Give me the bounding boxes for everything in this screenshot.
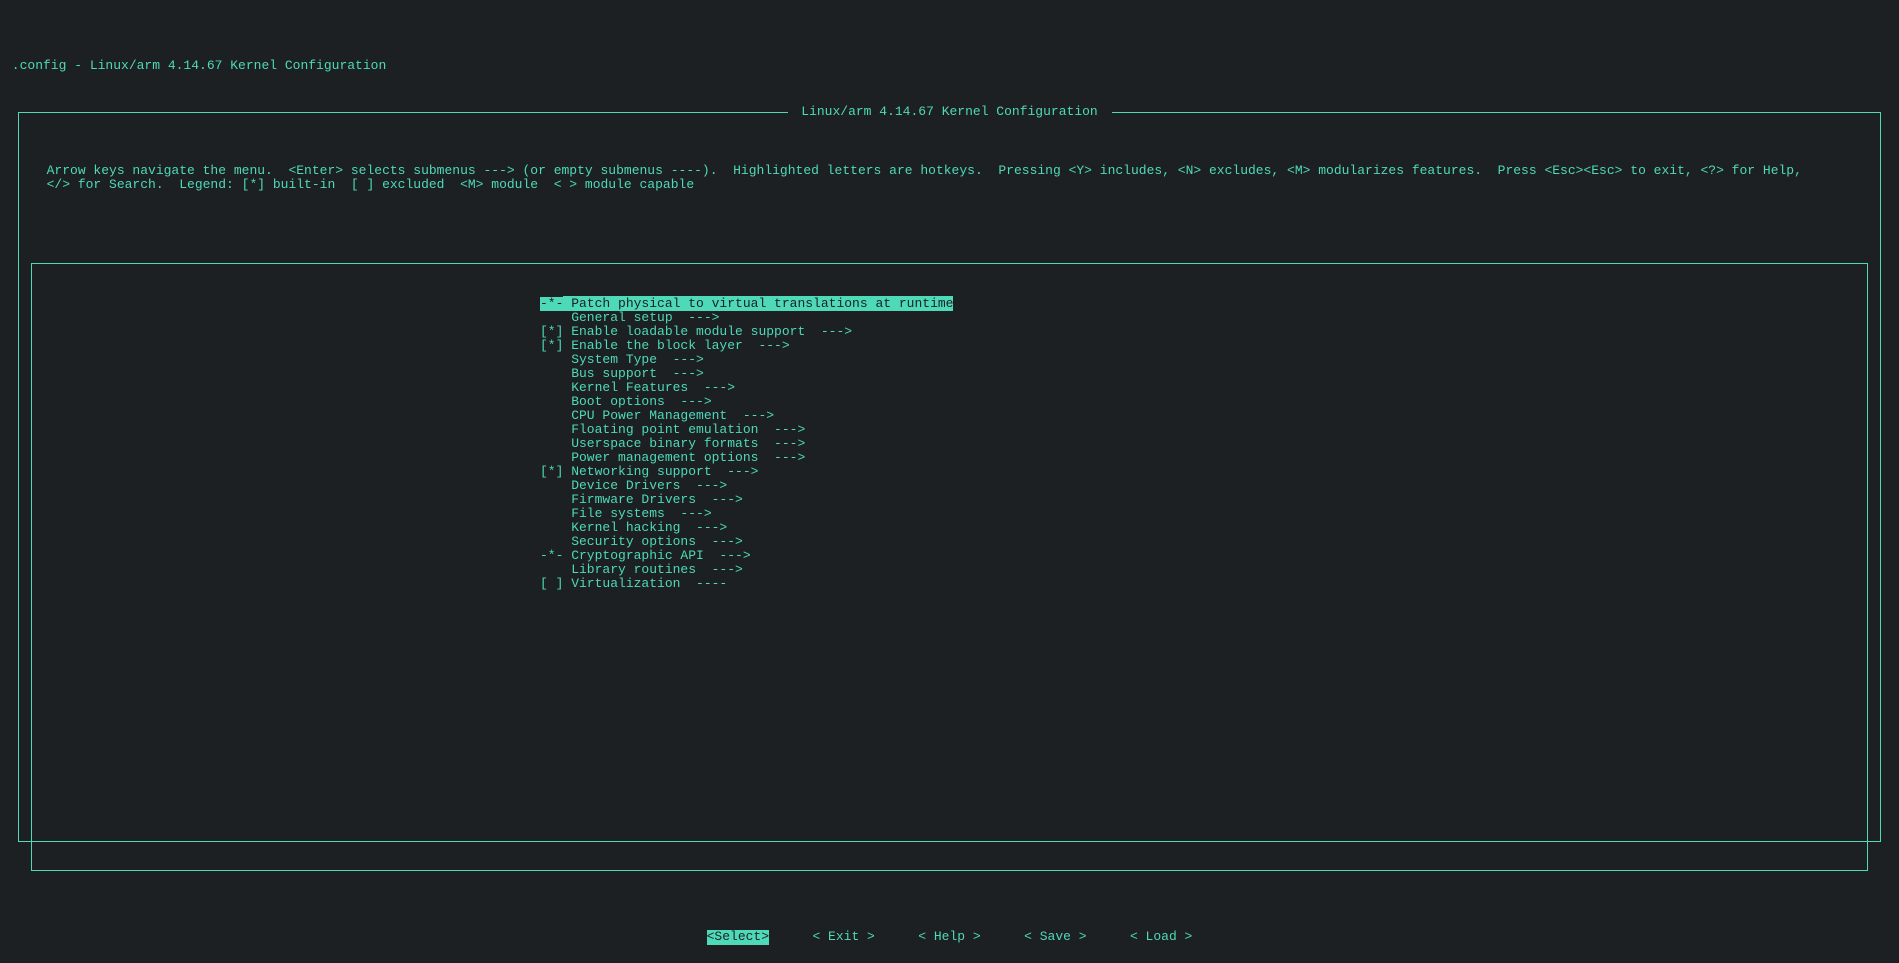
menu-item-0[interactable]: -*- Patch physical to virtual translatio… bbox=[540, 297, 1867, 311]
menu-item-label: Enable loadable module support ---> bbox=[563, 324, 852, 339]
menu-item-mark bbox=[540, 521, 563, 535]
menu-item-20[interactable]: [ ] Virtualization ---- bbox=[540, 577, 1867, 591]
menu-item-mark bbox=[540, 367, 563, 381]
menu-item-label: General setup ---> bbox=[563, 310, 719, 325]
menu-item-mark bbox=[540, 311, 563, 325]
outer-frame: Linux/arm 4.14.67 Kernel Configuration A… bbox=[18, 112, 1881, 842]
menu-item-7[interactable]: Boot options ---> bbox=[540, 395, 1867, 409]
menu-list: -*- Patch physical to virtual translatio… bbox=[540, 297, 1867, 591]
menu-item-label: Boot options ---> bbox=[563, 394, 711, 409]
button-exit[interactable]: < Exit > bbox=[812, 930, 874, 944]
menu-item-label: Firmware Drivers ---> bbox=[563, 492, 742, 507]
help-text: Arrow keys navigate the menu. <Enter> se… bbox=[31, 164, 1868, 193]
menu-item-mark bbox=[540, 423, 563, 437]
menu-item-14[interactable]: Firmware Drivers ---> bbox=[540, 493, 1867, 507]
menu-item-label: Virtualization ---- bbox=[563, 576, 727, 591]
menu-item-mark bbox=[540, 535, 563, 549]
menu-item-15[interactable]: File systems ---> bbox=[540, 507, 1867, 521]
menu-item-label: Networking support ---> bbox=[563, 464, 758, 479]
menu-item-10[interactable]: Userspace binary formats ---> bbox=[540, 437, 1867, 451]
menu-item-4[interactable]: System Type ---> bbox=[540, 353, 1867, 367]
menu-item-mark bbox=[540, 437, 563, 451]
menu-item-mark bbox=[540, 563, 563, 577]
menu-item-mark bbox=[540, 507, 563, 521]
menu-frame: -*- Patch physical to virtual translatio… bbox=[31, 263, 1868, 871]
menu-item-mark: [ ] bbox=[540, 577, 563, 591]
menu-item-mark bbox=[540, 451, 563, 465]
menu-item-label: File systems ---> bbox=[563, 506, 711, 521]
menu-item-5[interactable]: Bus support ---> bbox=[540, 367, 1867, 381]
menu-item-mark: [*] bbox=[540, 339, 563, 353]
menu-item-16[interactable]: Kernel hacking ---> bbox=[540, 521, 1867, 535]
menu-item-17[interactable]: Security options ---> bbox=[540, 535, 1867, 549]
menu-item-8[interactable]: CPU Power Management ---> bbox=[540, 409, 1867, 423]
box-title: Linux/arm 4.14.67 Kernel Configuration bbox=[787, 105, 1111, 119]
menu-item-label: Bus support ---> bbox=[563, 366, 703, 381]
menu-item-label: Kernel Features ---> bbox=[563, 380, 735, 395]
menu-item-mark bbox=[540, 493, 563, 507]
button-bar: <Select> < Exit > < Help > < Save > < Lo… bbox=[31, 930, 1868, 944]
menu-item-12[interactable]: [*] Networking support ---> bbox=[540, 465, 1867, 479]
menu-item-19[interactable]: Library routines ---> bbox=[540, 563, 1867, 577]
menu-item-6[interactable]: Kernel Features ---> bbox=[540, 381, 1867, 395]
menu-item-18[interactable]: -*- Cryptographic API ---> bbox=[540, 549, 1867, 563]
menu-item-label: Floating point emulation ---> bbox=[563, 422, 805, 437]
menu-item-label: Patch physical to virtual translations a… bbox=[563, 296, 953, 311]
menu-item-label: Library routines ---> bbox=[563, 562, 742, 577]
menu-item-2[interactable]: [*] Enable loadable module support ---> bbox=[540, 325, 1867, 339]
menu-item-13[interactable]: Device Drivers ---> bbox=[540, 479, 1867, 493]
menu-item-mark bbox=[540, 353, 563, 367]
menu-item-label: Userspace binary formats ---> bbox=[563, 436, 805, 451]
menu-item-label: Enable the block layer ---> bbox=[563, 338, 789, 353]
menu-item-9[interactable]: Floating point emulation ---> bbox=[540, 423, 1867, 437]
menu-item-mark: [*] bbox=[540, 325, 563, 339]
menu-item-label: CPU Power Management ---> bbox=[563, 408, 774, 423]
menu-item-label: Security options ---> bbox=[563, 534, 742, 549]
config-title: .config - Linux/arm 4.14.67 Kernel Confi… bbox=[0, 57, 1899, 75]
menu-item-mark: -*- bbox=[540, 297, 563, 311]
menu-item-label: Kernel hacking ---> bbox=[563, 520, 727, 535]
menu-item-label: Device Drivers ---> bbox=[563, 478, 727, 493]
menu-item-label: System Type ---> bbox=[563, 352, 703, 367]
menu-item-mark bbox=[540, 395, 563, 409]
menu-item-11[interactable]: Power management options ---> bbox=[540, 451, 1867, 465]
menu-item-mark bbox=[540, 409, 563, 423]
menu-item-mark bbox=[540, 381, 563, 395]
button-help[interactable]: < Help > bbox=[918, 930, 980, 944]
menu-item-mark: [*] bbox=[540, 465, 563, 479]
menu-item-mark: -*- bbox=[540, 549, 563, 563]
button-load[interactable]: < Load > bbox=[1130, 930, 1192, 944]
menu-item-label: Power management options ---> bbox=[563, 450, 805, 465]
menu-item-1[interactable]: General setup ---> bbox=[540, 311, 1867, 325]
menu-item-mark bbox=[540, 479, 563, 493]
button-select[interactable]: <Select> bbox=[707, 930, 769, 944]
button-save[interactable]: < Save > bbox=[1024, 930, 1086, 944]
menu-item-3[interactable]: [*] Enable the block layer ---> bbox=[540, 339, 1867, 353]
menu-item-label: Cryptographic API ---> bbox=[563, 548, 750, 563]
